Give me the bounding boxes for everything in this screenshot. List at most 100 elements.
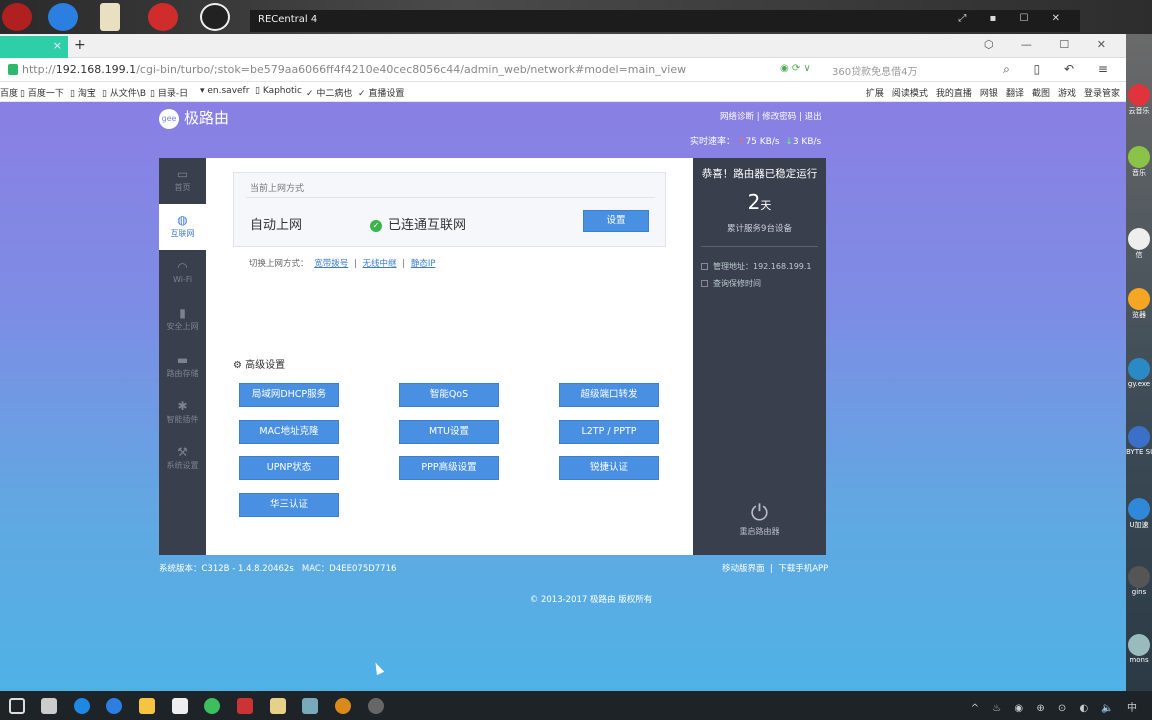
bookmark-item[interactable]: ▯ 目录-日 (150, 86, 188, 99)
mac-clone-button[interactable]: MAC地址克隆 (239, 420, 339, 444)
app-icon-1[interactable] (2, 3, 32, 31)
address-bar[interactable]: http://192.168.199.1/cgi-bin/turbo/;stok… (0, 58, 1126, 82)
security-shield-icon[interactable] (8, 64, 18, 75)
active-tab[interactable]: × (0, 36, 68, 58)
nav-wifi[interactable]: ◠ Wi-Fi (159, 251, 206, 297)
calculator-icon[interactable] (41, 698, 57, 714)
gear-icon: ⚙ (233, 360, 242, 371)
desktop-icon[interactable]: 音乐 (1126, 142, 1152, 190)
nav-plugins[interactable]: ✱ 智能插件 (159, 390, 206, 436)
bookmark-item[interactable]: ▯ Kaphotic (255, 86, 302, 96)
desktop-icon[interactable]: 览器 (1126, 284, 1152, 332)
folder-taskbar-icon[interactable] (139, 698, 155, 714)
desktop-icon[interactable]: gy.exe (1126, 354, 1152, 402)
uptime-days: 2天 (747, 190, 772, 214)
desktop-icon[interactable]: 云音乐 (1126, 80, 1152, 128)
setup-button[interactable]: 设置 (583, 210, 649, 232)
browser-360-icon[interactable] (204, 698, 220, 714)
dhcp-button[interactable]: 局域网DHCP服务 (239, 383, 339, 407)
browser-window: × + ⬡ — ☐ ✕ http://192.168.199.1/cgi-bin… (0, 34, 1126, 691)
desktop-icon[interactable]: BYTE SURU (1126, 422, 1152, 470)
connection-mode: 自动上网 (250, 218, 303, 233)
desktop-top-strip: RECentral 4 ⤢ ▪ ☐ ✕ (0, 0, 1152, 34)
sogou-icon[interactable] (48, 3, 78, 31)
desktop-icon[interactable]: mons (1126, 630, 1152, 678)
taskbar: ^ ♨ ◉ ⊕ ⊙ ◐ 🔈 中 (0, 691, 1152, 720)
store-icon[interactable] (172, 698, 188, 714)
bookmark-item[interactable]: 百度 (0, 86, 18, 99)
port-forward-button[interactable]: 超级端口转发 (559, 383, 659, 407)
recentral-window-bar[interactable]: RECentral 4 ⤢ ▪ ☐ ✕ (250, 10, 1080, 32)
sogou-taskbar-icon[interactable] (106, 698, 122, 714)
xiu-icon[interactable] (148, 3, 178, 31)
app-taskbar-icon[interactable] (270, 698, 286, 714)
bookmark-item[interactable]: ▯ 淘宝 (70, 86, 96, 99)
desktop-icon[interactable]: gins (1126, 562, 1152, 610)
bookmark-item[interactable]: ▯ 百度一下 (20, 86, 64, 99)
download-app-link[interactable]: 下载手机APP (778, 564, 828, 574)
system-info: 系统版本：C312B - 1.4.8.20462s MAC：D4EE075D77… (159, 564, 397, 574)
restart-router-button[interactable]: ⏻ 重启路由器 (693, 502, 826, 537)
toolbar-right: 扩展 阅读模式 我的直播 网银 翻译 截图 游戏 登录管家 (865, 89, 1120, 99)
logout-link[interactable]: 退出 (805, 112, 822, 122)
sun-icon: ✱ (177, 399, 188, 413)
change-password-link[interactable]: 修改密码 (762, 112, 796, 122)
bookmark-item[interactable]: ▾ en.savefr (200, 86, 249, 96)
wrench-icon: ⚒ (177, 445, 188, 459)
mtu-button[interactable]: MTU设置 (399, 420, 499, 444)
network-diagnose-link[interactable]: 网络诊断 (720, 112, 754, 122)
bookmark-item[interactable]: ✓ 中二病也 (306, 86, 352, 99)
globe-icon: ◍ (177, 213, 188, 227)
browser-tools[interactable]: ⌕ ▯ ↶ ≡ (1003, 62, 1118, 77)
connection-header: 当前上网方式 (250, 184, 305, 194)
new-tab-button[interactable]: + (74, 37, 86, 53)
h3c-auth-button[interactable]: 华三认证 (239, 493, 339, 517)
file-icon[interactable] (100, 3, 120, 31)
window-controls[interactable]: ⤢ ▪ ☐ ✕ (958, 13, 1070, 24)
internet-content: 当前上网方式 自动上网 ✓ 已连通互联网 设置 切换上网方式： 宽带拨号 | 无线… (206, 158, 693, 555)
ruijie-auth-button[interactable]: 锐捷认证 (559, 456, 659, 480)
edge-icon[interactable] (74, 698, 90, 714)
desktop-icon[interactable]: 信 (1126, 224, 1152, 272)
brand-logo[interactable]: gee 极路由 (159, 107, 229, 129)
connection-status: ✓ 已连通互联网 (370, 214, 466, 233)
nav-storage[interactable]: ▬ 路由存储 (159, 344, 206, 390)
lock-icon: ▮ (179, 306, 186, 320)
static-ip-link[interactable]: 静态IP (411, 259, 436, 269)
served-devices: 累计服务9台设备 (727, 224, 792, 234)
l2tp-pptp-button[interactable]: L2TP / PPTP (559, 420, 659, 444)
ppp-advanced-button[interactable]: PPP高级设置 (399, 456, 499, 480)
power-icon: ⏻ (750, 501, 769, 526)
wireless-relay-link[interactable]: 无线中继 (363, 259, 397, 269)
wifi-icon: ◠ (177, 260, 188, 274)
upnp-button[interactable]: UPNP状态 (239, 456, 339, 480)
desktop-icon[interactable]: U加速 (1126, 494, 1152, 542)
system-tray[interactable]: ^ ♨ ◉ ⊕ ⊙ ◐ 🔈 中 (971, 699, 1142, 714)
bookmark-item[interactable]: ▯ 从文件\B (102, 86, 146, 99)
pppoe-link[interactable]: 宽带拨号 (314, 259, 348, 269)
nav-home[interactable]: ▭ 首页 (159, 158, 206, 204)
calendar-icon (701, 280, 708, 287)
close-tab-icon[interactable]: × (53, 39, 62, 52)
app-taskbar-icon[interactable] (368, 698, 384, 714)
qos-button[interactable]: 智能QoS (399, 383, 499, 407)
warranty-link[interactable]: 查询保修时间 (701, 278, 761, 289)
search-suggestion[interactable]: 360贷款免息借4万 (832, 63, 917, 78)
app-taskbar-icon[interactable] (335, 698, 351, 714)
browser-window-controls[interactable]: ⬡ — ☐ ✕ (984, 38, 1118, 51)
footer-links: 移动版界面 | 下载手机APP (722, 564, 829, 574)
app-taskbar-icon[interactable] (302, 698, 318, 714)
app-icon-5[interactable] (200, 3, 230, 31)
monitor-icon: ▭ (176, 167, 189, 181)
app-taskbar-icon[interactable] (237, 698, 253, 714)
status-panel: 恭喜！路由器已稳定运行 2天 累计服务9台设备 管理地址：192.168.199… (693, 158, 826, 555)
bookmark-item[interactable]: ✓ 直播设置 (358, 86, 404, 99)
start-icon[interactable] (9, 698, 25, 714)
mobile-view-link[interactable]: 移动版界面 (722, 564, 765, 574)
status-title: 恭喜！路由器已稳定运行 (701, 168, 818, 180)
nav-internet[interactable]: ◍ 互联网 (159, 204, 206, 250)
nav-security[interactable]: ▮ 安全上网 (159, 297, 206, 343)
nav-system[interactable]: ⚒ 系统设置 (159, 436, 206, 482)
extension-icons[interactable]: ◉ ⟳ ∨ (780, 63, 811, 74)
url-text[interactable]: http://192.168.199.1/cgi-bin/turbo/;stok… (22, 63, 686, 76)
